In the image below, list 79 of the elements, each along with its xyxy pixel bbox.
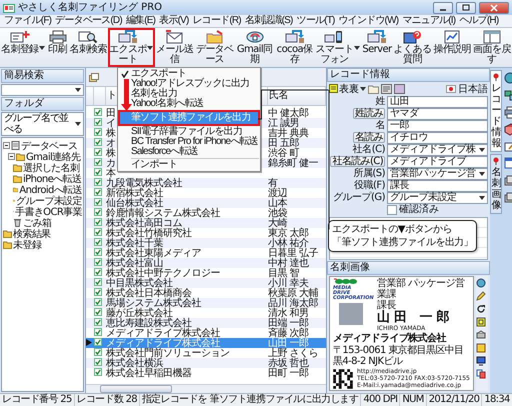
field-label: 社名(C) [352, 144, 385, 155]
field-label: 所属(S) [353, 168, 385, 179]
status-text: 18:34 [482, 394, 512, 406]
table-cell: 株式会社門前ソリューション [106, 348, 230, 358]
table-cell: 株 [106, 128, 116, 138]
table-cell: 株式会社富山 [106, 258, 163, 268]
table-cell: 田 [106, 108, 116, 118]
table-cell: 山田 一郎 [268, 338, 309, 348]
field-label: 姓 [376, 96, 385, 107]
table-cell: 株 [106, 148, 116, 158]
table-cell: 仙台株式会社 [106, 198, 163, 208]
callout: エクスポートの▼ボタンから 「筆ソフト連携ファイルを出力」 [328, 220, 478, 252]
checkbox-label: 確認済み [399, 204, 439, 215]
table-cell: 大崎 [268, 218, 287, 228]
table-cell: 馬場システム株式会社 [106, 298, 201, 308]
table-cell: 株式会社竹橋研究社 [106, 228, 192, 238]
table-cell: 目黒 智 [268, 268, 300, 278]
language-label: 日本語 [458, 82, 488, 96]
panel-header: 簡易検索 [1, 69, 84, 83]
card-text: 課長 [377, 300, 396, 311]
table-cell: 小林 祐介 [268, 238, 309, 248]
table-cell: 江 誠男 [268, 118, 300, 128]
table-cell: オ [106, 138, 116, 148]
table-cell: 株式会社高田コム [106, 218, 182, 228]
panel-header: レコード情報 [327, 68, 490, 82]
table-cell: カ [106, 158, 116, 168]
table-cell: 株式会社東陽メディア [106, 248, 201, 258]
table-cell: 株式会社日本橋商会 [106, 288, 192, 298]
table-cell: 株式会社千葉 [106, 238, 163, 248]
table-cell: 田端 一郎 [268, 318, 309, 328]
table-cell: 藤が丘株式会社 [106, 308, 172, 318]
table-cell: 池袋 [268, 208, 287, 218]
field-label: グループ(G) [332, 192, 385, 203]
table-cell: 有 [268, 178, 278, 188]
field-label: 名 [376, 120, 385, 131]
table-cell: 田 五郎 [268, 138, 300, 148]
status-text: NUM [400, 394, 427, 406]
status-text: レコード数 28 [74, 394, 140, 406]
table-cell: 鈴鹿情報システム株式会社 [106, 208, 220, 218]
card-text: 〒153-0061 東京都目黒区中目黒4-8-2 NJKビル [333, 345, 465, 367]
panel-header: フォルダ [1, 97, 84, 111]
table-cell: 赤坂 哲也 [268, 358, 309, 368]
table-cell: 上野 さくら [268, 348, 318, 358]
field-label: 役職(F) [354, 180, 385, 191]
table-cell: 新宿株式会社 [106, 188, 163, 198]
table-cell: 中村 達也 [268, 258, 309, 268]
status-text: 2012/11/20 [426, 394, 482, 406]
table-cell: 九段電気株式会社 [106, 178, 182, 188]
table-cell: イ [106, 118, 116, 128]
table-cell: 品川 海太郎 [268, 298, 318, 308]
table-cell: 清水 和男 [268, 308, 309, 318]
table-cell: 斉藤 次郎 [268, 328, 309, 338]
table-cell: 中目黒株式会社 [106, 278, 172, 288]
table-cell: 錦糸町 健一 [268, 158, 318, 168]
panel-header: 名刺画像 [327, 261, 490, 275]
window-title: やさしく名刺ファイリング PRO [18, 2, 164, 14]
table-cell: 恵比寿建設株式会社 [106, 318, 192, 328]
card-company: メディアドライブ株式会社 [333, 333, 448, 344]
table-cell: 株式会社早稲田機器 [106, 368, 192, 378]
table-cell: 株式会社横浜 [106, 358, 163, 368]
table-cell: 中 健太郎 [268, 108, 309, 118]
table-cell: 株式会社中野テクノロジー [106, 268, 220, 278]
table-cell: 本 [106, 168, 116, 178]
table-cell: 渡辺 [268, 188, 287, 198]
table-cell: 山本 [268, 198, 287, 208]
table-cell: 吉井 典典 [268, 128, 309, 138]
table-cell: 日暮里 弘子 [268, 248, 318, 258]
table-cell: 東京 太郎 [268, 228, 309, 238]
table-cell: 小川 幸夫 [268, 278, 309, 288]
status-text: 指定レコードを 筆ソフト連携ファイルに出力します [140, 394, 362, 406]
table-cell: メディアドライブ株式会社 [106, 328, 220, 338]
status-text: レコード番号 25 [0, 394, 75, 406]
table-cell: 田町 一郎 [268, 368, 309, 378]
table-cell: 秋葉原 大輔 [268, 288, 318, 298]
table-cell: メディアドライブ株式会社 [106, 338, 220, 348]
card-text: 営業部 パッケージ営業課 [377, 278, 466, 300]
table-cell: 渋谷 町 [268, 148, 300, 158]
status-text: 400 DPI [361, 394, 400, 406]
card-name: 山田 一郎 [377, 311, 455, 325]
